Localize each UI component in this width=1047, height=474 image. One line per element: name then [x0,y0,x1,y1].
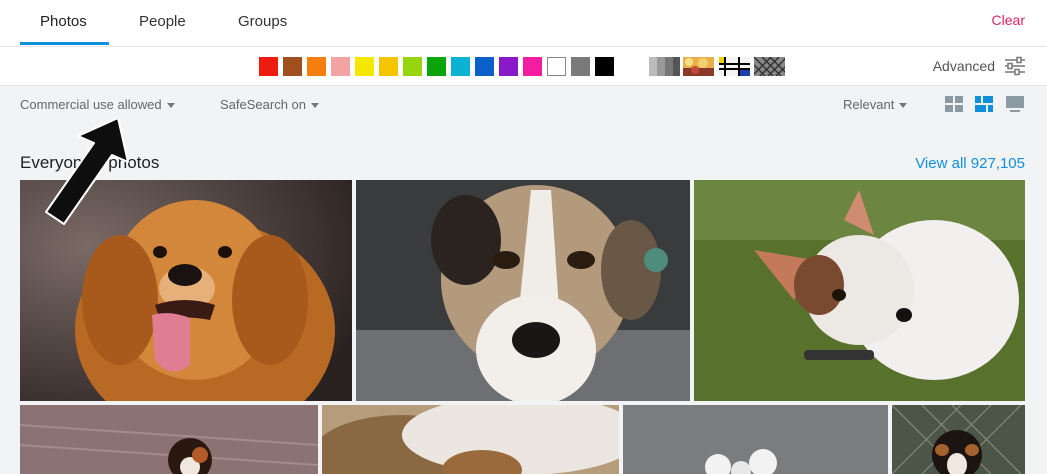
color-swatch[interactable] [331,57,350,76]
grid-view-icon[interactable] [945,96,963,112]
sort-dropdown[interactable]: Relevant [843,97,908,112]
photo-collie-on-deck[interactable] [20,405,318,474]
chevron-down-icon [311,103,320,109]
minimalist-icon[interactable] [719,57,750,76]
color-swatch[interactable] [547,57,566,76]
color-swatch[interactable] [499,57,518,76]
shallow-depth-of-field-icon[interactable] [683,57,714,76]
color-swatch[interactable] [571,57,590,76]
photo-beagle-closeup[interactable] [322,405,619,474]
color-swatch[interactable] [427,57,446,76]
color-swatch[interactable] [523,57,542,76]
color-swatch[interactable] [403,57,422,76]
tab-groups[interactable]: Groups [238,13,287,30]
safesearch-filter[interactable]: SafeSearch on [220,97,320,112]
detail-view-icon[interactable] [1006,96,1024,112]
color-swatch[interactable] [451,57,470,76]
photo-white-poodle[interactable] [623,405,888,474]
black-and-white-icon[interactable] [649,57,680,76]
advanced-button[interactable]: Advanced [933,58,995,74]
license-filter[interactable]: Commercial use allowed [20,97,175,112]
patterns-icon[interactable] [754,57,785,76]
photo-jack-russell[interactable] [694,180,1025,401]
section-title: Everyone's photos [20,153,160,172]
color-swatch[interactable] [475,57,494,76]
photo-golden-retriever[interactable] [20,180,352,401]
tab-photos[interactable]: Photos [40,13,87,30]
view-all-link[interactable]: View all 927,105 [915,155,1025,172]
tab-people[interactable]: People [139,13,186,30]
sliders-icon[interactable] [1004,56,1026,76]
color-swatch[interactable] [307,57,326,76]
chevron-down-icon [899,103,908,109]
active-tab-indicator [20,42,109,45]
license-filter-label: Commercial use allowed [20,97,162,112]
color-swatch[interactable] [355,57,374,76]
justified-view-icon[interactable] [975,96,993,112]
color-swatch[interactable] [379,57,398,76]
search-tab-bar: Photos People Groups Clear [0,0,1047,46]
color-swatch[interactable] [259,57,278,76]
color-swatch[interactable] [283,57,302,76]
safesearch-filter-label: SafeSearch on [220,97,307,112]
photo-beagle-mix[interactable] [356,180,690,401]
clear-button[interactable]: Clear [992,12,1025,28]
color-swatch[interactable] [595,57,614,76]
chevron-down-icon [166,103,175,109]
sort-dropdown-label: Relevant [843,97,895,112]
photo-collie-fence[interactable] [892,405,1025,474]
color-filter-bar: Advanced [0,46,1047,86]
